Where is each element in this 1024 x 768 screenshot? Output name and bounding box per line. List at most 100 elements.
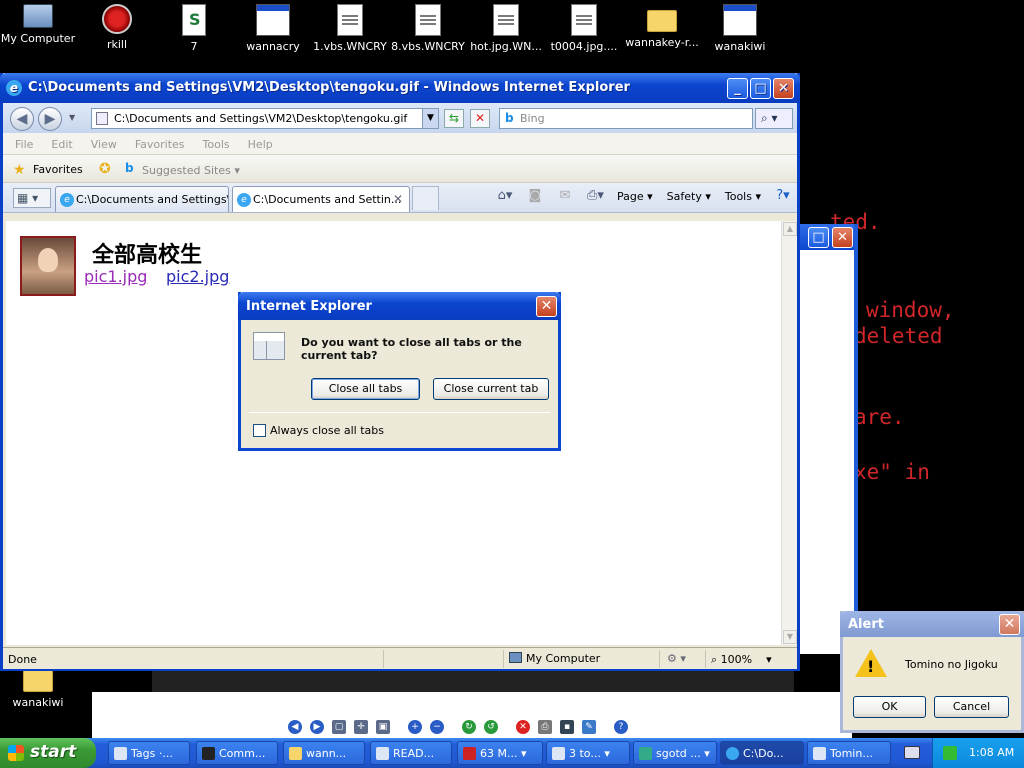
history-dropdown-icon[interactable]: ▼ (69, 113, 75, 122)
next-icon[interactable]: ▶ (310, 720, 324, 734)
desktop-icon-t0004[interactable]: t0004.jpg.... (546, 2, 622, 53)
print-icon[interactable]: ⎙ (538, 720, 552, 734)
mail-icon[interactable]: ✉ (557, 189, 573, 203)
print-icon[interactable]: ⎙▾ (587, 189, 604, 203)
search-input[interactable]: b Bing (499, 108, 753, 129)
menu-view[interactable]: View (91, 138, 117, 154)
quick-tabs-button[interactable]: ▦ ▾ (13, 188, 51, 208)
previous-icon[interactable]: ◀ (288, 720, 302, 734)
network-icon[interactable] (943, 746, 957, 760)
help-icon[interactable]: ?▾ (775, 189, 791, 203)
taskbar-item-sgotd[interactable]: sgotd ... ▾ (633, 741, 717, 765)
address-row: ◀ ▶ ▼ C:\Documents and Settings\VM2\Desk… (3, 103, 797, 133)
rotate-ccw-icon[interactable]: ↺ (484, 720, 498, 734)
star-icon[interactable]: ★ (13, 162, 26, 178)
desktop-icon-my-computer[interactable]: My Computer (0, 2, 76, 45)
chevron-down-icon[interactable]: ▼ (422, 109, 438, 128)
save-icon[interactable]: ▪ (560, 720, 574, 734)
alert-close-button[interactable]: ✕ (999, 614, 1020, 635)
dialog-titlebar[interactable]: Internet Explorer ✕ (238, 292, 561, 320)
always-close-checkbox[interactable] (253, 424, 266, 437)
dialog-close-button[interactable]: ✕ (536, 296, 557, 317)
menu-tools[interactable]: Tools (203, 138, 230, 154)
tools-menu[interactable]: Tools ▾ (725, 190, 761, 203)
pic1-link[interactable]: pic1.jpg (84, 267, 147, 286)
maximize-button[interactable]: □ (750, 78, 771, 99)
cancel-button[interactable]: Cancel (934, 696, 1009, 718)
ok-button[interactable]: OK (853, 696, 926, 718)
desktop-icon-7[interactable]: 7 (156, 2, 232, 53)
desktop-icon-wanakiwi[interactable]: wanakiwi (702, 2, 778, 53)
desktop-icon-wannakey[interactable]: wannakey-r... (624, 2, 700, 49)
taskbar-item-tags[interactable]: Tags ·... (108, 741, 190, 765)
feeds-icon[interactable]: ◙ (527, 189, 543, 203)
taskbar-item-group-63[interactable]: 63 M... ▾ (457, 741, 543, 765)
scroll-up-icon[interactable]: ▲ (783, 222, 797, 236)
close-button[interactable]: ✕ (773, 78, 794, 99)
taskbar-item-tomino[interactable]: Tomin... (807, 741, 891, 765)
safety-menu[interactable]: Safety ▾ (667, 190, 711, 203)
close-tab-icon[interactable]: ✕ (393, 192, 403, 206)
pic2-link[interactable]: pic2.jpg (166, 267, 229, 286)
menu-favorites[interactable]: Favorites (135, 138, 185, 154)
tab-2[interactable]: e C:\Documents and Settin... ✕ (232, 186, 410, 212)
fit-icon[interactable]: ▢ (332, 720, 346, 734)
zoom-in-icon[interactable]: + (408, 720, 422, 734)
menu-file[interactable]: File (15, 138, 33, 154)
tab-1[interactable]: e C:\Documents and Settings\... (55, 186, 229, 212)
edit-icon[interactable]: ✎ (582, 720, 596, 734)
address-bar[interactable]: C:\Documents and Settings\VM2\Desktop\te… (91, 108, 439, 129)
start-button[interactable]: start (0, 738, 96, 768)
alert-titlebar[interactable]: Alert ✕ (840, 611, 1024, 637)
desktop-icon-8vbs[interactable]: 8.vbs.WNCRY (390, 2, 466, 53)
desktop-icon-rkill[interactable]: rkill (79, 2, 155, 51)
scroll-down-icon[interactable]: ▼ (783, 630, 797, 644)
ie-titlebar[interactable]: e C:\Documents and Settings\VM2\Desktop\… (0, 73, 800, 103)
close-current-tab-button[interactable]: Close current tab (433, 378, 549, 400)
suggested-sites-button[interactable]: Suggested Sites ▾ (142, 164, 240, 177)
actual-size-icon[interactable]: ✛ (354, 720, 368, 734)
zoom-out-icon[interactable]: − (430, 720, 444, 734)
protected-mode-icon[interactable]: ⚙ ▾ (667, 652, 686, 665)
new-tab-button[interactable] (412, 186, 439, 210)
menu-edit[interactable]: Edit (51, 138, 72, 154)
back-button[interactable]: ◀ (10, 107, 34, 131)
forward-button[interactable]: ▶ (38, 107, 62, 131)
desktop-icon-label: 8.vbs.WNCRY (391, 40, 465, 53)
desktop-icon-wanakiwi-bottom[interactable]: wanakiwi (0, 670, 76, 709)
ie-logo-icon: e (6, 80, 22, 96)
clock[interactable]: 1:08 AM (969, 746, 1014, 759)
minimize-button[interactable]: _ (727, 78, 748, 99)
maximize-button[interactable]: □ (808, 227, 829, 248)
refresh-button[interactable]: ⇆ (444, 109, 464, 128)
zoom-level[interactable]: ⌕ 100% ▾ (711, 653, 772, 667)
add-favorite-icon[interactable]: ✪ (99, 161, 111, 177)
alert-message: Tomino no Jigoku (905, 658, 998, 671)
taskbar-item-group-3[interactable]: 3 to... ▾ (546, 741, 630, 765)
home-icon[interactable]: ⌂▾ (497, 189, 513, 203)
taskbar-item-read[interactable]: READ... (370, 741, 452, 765)
desktop-icon-wannacry[interactable]: wannacry (235, 2, 311, 53)
rotate-cw-icon[interactable]: ↻ (462, 720, 476, 734)
close-all-tabs-button[interactable]: Close all tabs (311, 378, 420, 400)
taskbar-item-wann[interactable]: wann... (283, 741, 365, 765)
document-icon (493, 4, 519, 36)
favorites-bar: ★ Favorites ✪ b Suggested Sites ▾ (3, 155, 797, 183)
favorites-button[interactable]: Favorites (33, 163, 83, 176)
delete-icon[interactable]: ✕ (516, 720, 530, 734)
desktop-icon-1vbs[interactable]: 1.vbs.WNCRY (312, 2, 388, 53)
vertical-scrollbar[interactable]: ▲ ▼ (781, 221, 797, 645)
stop-button[interactable]: ✕ (470, 109, 490, 128)
close-button[interactable]: ✕ (832, 227, 853, 248)
page-menu[interactable]: Page ▾ (617, 190, 653, 203)
task-label: 3 to... (569, 747, 601, 760)
menu-help[interactable]: Help (248, 138, 273, 154)
help-icon[interactable]: ? (614, 720, 628, 734)
keyboard-icon[interactable] (904, 746, 920, 759)
photo-thumbnail[interactable] (20, 236, 76, 296)
taskbar-item-ie[interactable]: C:\Do... (720, 741, 804, 765)
slideshow-icon[interactable]: ▣ (376, 720, 390, 734)
desktop-icon-hot-jpg[interactable]: hot.jpg.WN... (468, 2, 544, 53)
search-button[interactable]: ⌕ ▾ (755, 108, 793, 129)
taskbar-item-command[interactable]: Comm... (196, 741, 278, 765)
